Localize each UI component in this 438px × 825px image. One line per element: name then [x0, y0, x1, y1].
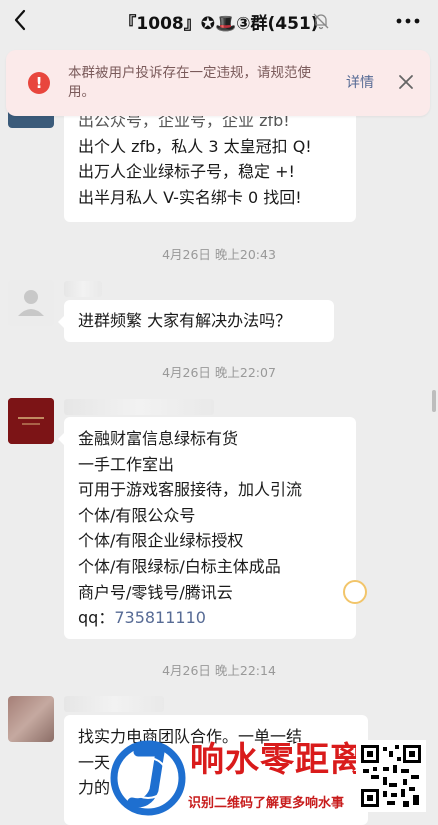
- message-line: 可用于游戏客服接待，加人引流: [78, 480, 303, 500]
- message-bubble[interactable]: 金融财富信息绿标有货 一手工作室出 可用于游戏客服接待，加人引流 个体/有限公众…: [58, 417, 356, 639]
- message-qq-line: qq：735811110: [78, 605, 342, 631]
- scrollbar[interactable]: [432, 390, 436, 412]
- message-line: 出个人 zfb，私人 3 太皇冠扣 Q!: [78, 136, 312, 156]
- chat-title: 『1008』✪🎩③群(451): [119, 13, 319, 34]
- banner-detail-link[interactable]: 详情: [346, 72, 374, 92]
- avatar-image: [8, 398, 54, 444]
- message-line: 进群频繁 大家有解决办法吗？: [78, 311, 292, 330]
- message-line: 个体/有限企业绿标授权: [78, 531, 244, 551]
- message-timestamp: 4月26日 晚上20:43: [162, 247, 276, 262]
- watermark-logo: [110, 740, 186, 816]
- watermark-overlay: 响水零距离 识别二维码了解更多响水事: [0, 712, 438, 825]
- more-dots-icon: [396, 18, 420, 24]
- message-line: 出半月私人 V-实名绑卡 0 找回!: [78, 187, 302, 207]
- chevron-left-icon: [14, 9, 26, 31]
- banner-text: 本群被用户投诉存在一定违规，请规范使用。: [68, 65, 311, 100]
- back-button[interactable]: [6, 4, 34, 36]
- qq-number-link[interactable]: 735811110: [114, 608, 206, 627]
- default-avatar-icon: [18, 290, 44, 316]
- qq-label: qq：: [78, 608, 115, 628]
- watermark-brand: 响水零距离: [190, 740, 365, 780]
- message-timestamp: 4月26日 晚上22:14: [162, 663, 276, 678]
- sender-name-blurred: [64, 399, 214, 415]
- message-timestamp: 4月26日 晚上22:07: [162, 365, 276, 380]
- sender-name-blurred: [64, 696, 164, 712]
- bell-muted-icon: [313, 13, 329, 30]
- watermark-tagline: 识别二维码了解更多响水事: [188, 796, 345, 811]
- alert-icon: !: [28, 72, 50, 94]
- message-bubble[interactable]: 出公众号，企业号，企业 zfb! 出个人 zfb，私人 3 太皇冠扣 Q! 出万…: [64, 110, 356, 222]
- message-line: 金融财富信息绿标有货: [78, 429, 239, 448]
- message-line: 一手工作室出: [78, 454, 175, 474]
- message-line: 个体/有限公众号: [78, 505, 196, 525]
- message-line: 商户号/零钱号/腾讯云: [78, 582, 233, 602]
- avatar[interactable]: [8, 280, 54, 326]
- violation-banner: ! 本群被用户投诉存在一定违规，请规范使用。 详情: [6, 50, 430, 116]
- sender-name-blurred: [64, 281, 102, 297]
- qr-code-icon[interactable]: [356, 740, 426, 812]
- more-button[interactable]: [392, 8, 424, 34]
- message-bubble[interactable]: 进群频繁 大家有解决办法吗？: [58, 300, 334, 342]
- floating-ring-icon: [343, 580, 367, 604]
- close-icon[interactable]: [394, 70, 418, 94]
- chat-header: 『1008』✪🎩③群(451): [0, 0, 438, 42]
- message-line: 出万人企业绿标子号，稳定 +!: [78, 162, 295, 182]
- message-line: 个体/有限绿标/白标主体成品: [78, 556, 281, 576]
- avatar[interactable]: [8, 398, 54, 444]
